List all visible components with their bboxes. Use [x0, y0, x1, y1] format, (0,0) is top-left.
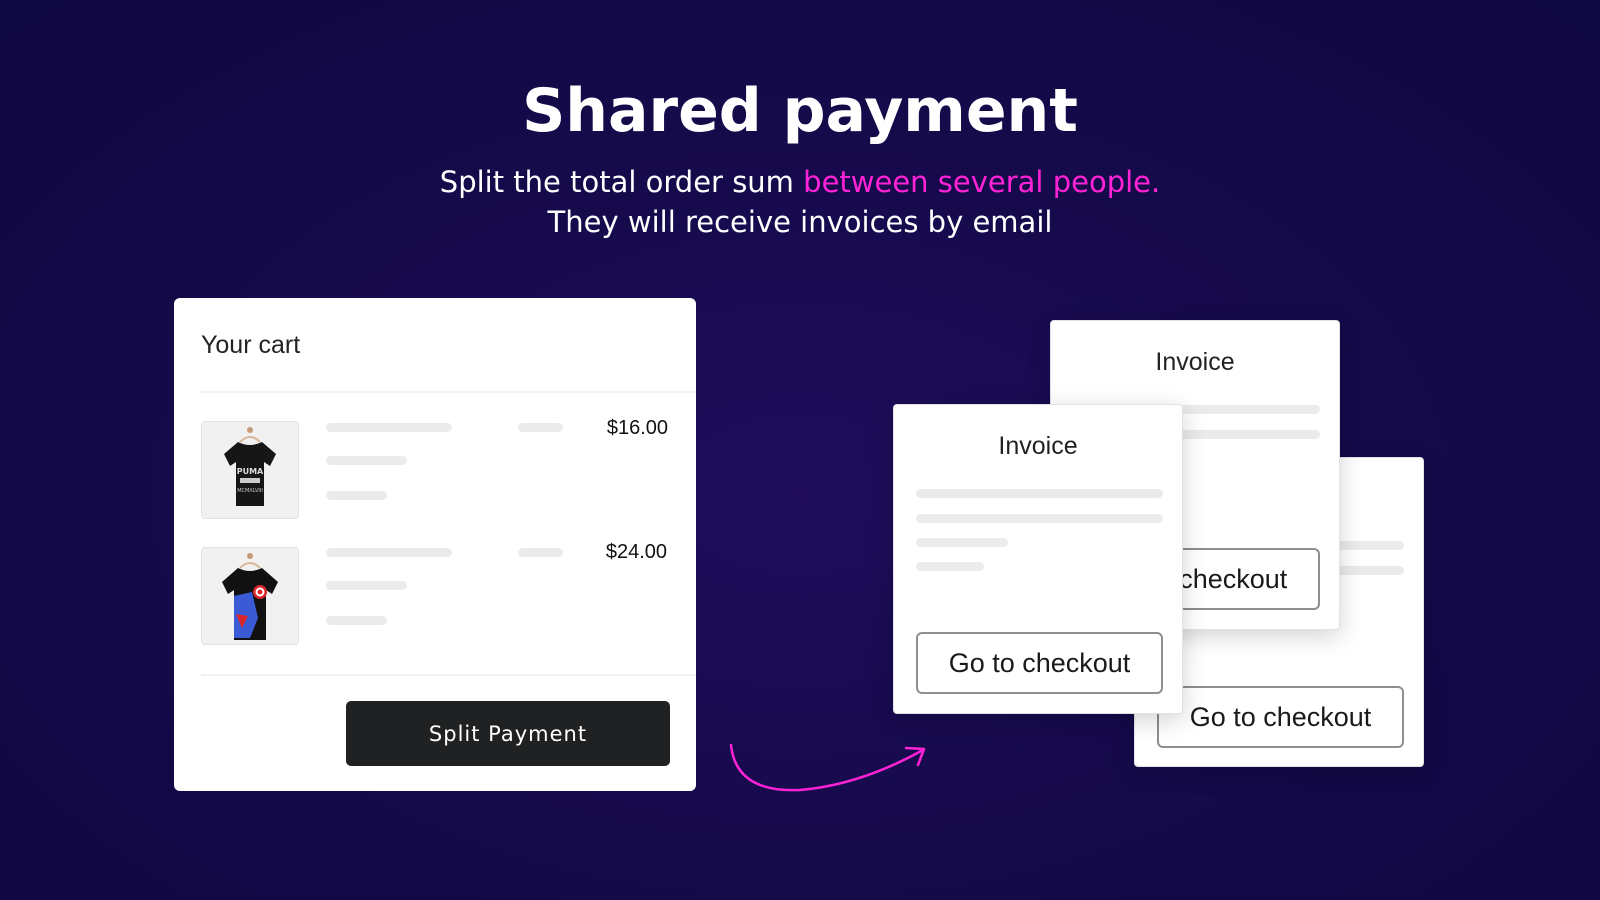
- invoice-title: Invoice: [1155, 348, 1235, 376]
- placeholder-bar: [326, 616, 387, 625]
- arrow-icon: [729, 743, 926, 792]
- cart-title: Your cart: [201, 331, 301, 359]
- placeholder-bar: [518, 548, 563, 557]
- go-to-checkout-button[interactable]: Go to checkout: [916, 632, 1163, 694]
- product-image-puma-tshirt[interactable]: PUMA MCMXLVIII: [201, 421, 299, 519]
- split-payment-button[interactable]: Split Payment: [346, 701, 670, 766]
- tshirt-icon: PUMA MCMXLVIII: [224, 427, 276, 506]
- placeholder-bar: [326, 548, 452, 557]
- placeholder-bar: [916, 562, 984, 571]
- hero-subtitle-line2: They will receive invoices by email: [547, 205, 1053, 239]
- placeholder-bar: [916, 514, 1163, 523]
- placeholder-bar: [916, 538, 1008, 547]
- item-price: $24.00: [605, 541, 667, 563]
- svg-text:MCMXLVIII: MCMXLVIII: [237, 488, 263, 494]
- subtitle-accent: between several people.: [803, 165, 1161, 199]
- tshirt-icon: [222, 553, 278, 640]
- item-price: $16.00: [606, 417, 668, 439]
- invoice-card: Invoice Go to checkout: [893, 404, 1183, 714]
- svg-text:PUMA: PUMA: [237, 467, 264, 476]
- placeholder-bar: [326, 581, 407, 590]
- placeholder-bar: [326, 491, 387, 500]
- placeholder-bar: [916, 489, 1163, 498]
- invoice-title: Invoice: [998, 432, 1078, 460]
- placeholder-bar: [326, 423, 452, 432]
- placeholder-bar: [518, 423, 563, 432]
- divider: [201, 391, 696, 393]
- divider: [201, 674, 696, 676]
- cart-card: Your cart PUMA MCMXLVIII $16.00 $24.00 Sp…: [174, 298, 696, 791]
- hero-title: Shared payment: [522, 76, 1078, 146]
- placeholder-bar: [326, 456, 407, 465]
- hero-subtitle: Split the total order sum between severa…: [0, 165, 1600, 199]
- product-image-avengers-tshirt[interactable]: [201, 547, 299, 645]
- subtitle-text: Split the total order sum: [439, 165, 804, 199]
- go-to-checkout-button[interactable]: Go to checkout: [1157, 686, 1404, 748]
